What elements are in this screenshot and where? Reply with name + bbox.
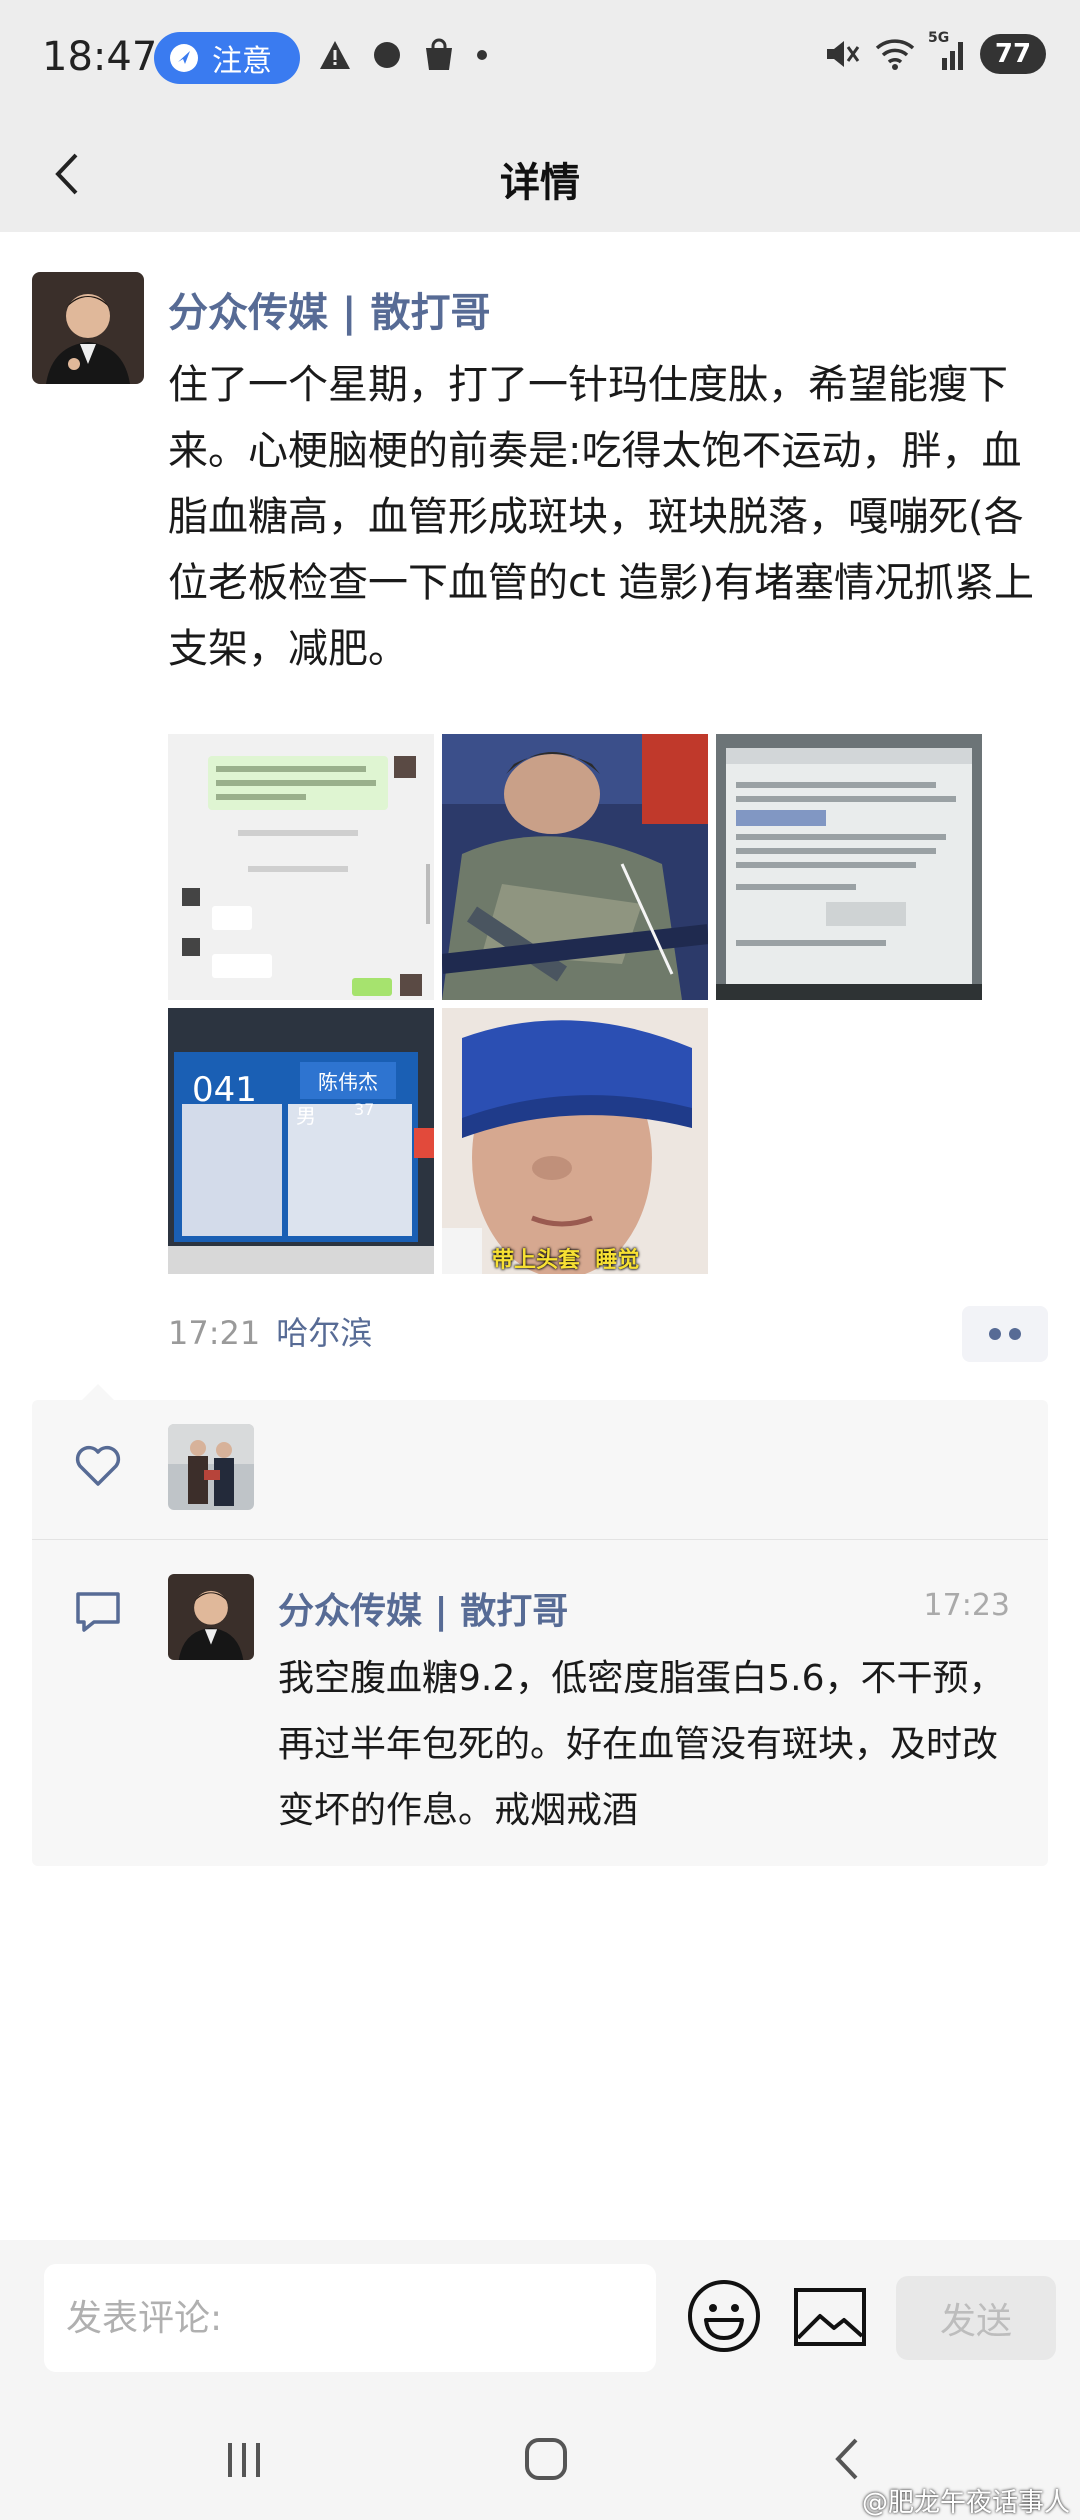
status-time: 18:47 [42, 34, 158, 80]
patient-in-bed-photo[interactable] [442, 734, 708, 1000]
heart-icon [75, 1445, 121, 1486]
photo-caption: 带上头套 睡觉 [492, 1248, 640, 1273]
like-row [32, 1400, 1048, 1540]
liker-avatar[interactable] [168, 1424, 254, 1510]
home-icon [525, 2438, 567, 2480]
eye-mask-photo[interactable]: 带上头套 睡觉 [442, 1008, 708, 1274]
notice-label: 注意 [212, 44, 272, 79]
post-meta: 17:21 哈尔滨 [168, 1308, 372, 1354]
commenter-name[interactable]: 分众传媒 | 散打哥 [278, 1582, 568, 1634]
battery-indicator: 77 [980, 34, 1046, 74]
dot-icon [989, 1328, 1001, 1340]
smiley-icon [688, 2280, 760, 2352]
status-bar: 18:47 注意 5G 77 [0, 0, 1080, 120]
system-status-icons: 5G 77 [824, 30, 1046, 74]
hospital-screen-photo[interactable]: 041 陈伟杰 男 37 [168, 1008, 434, 1274]
chat-screenshot-photo[interactable] [168, 734, 434, 1000]
page-title: 详情 [500, 160, 580, 206]
screen-patient-name: 陈伟杰 [300, 1062, 396, 1099]
home-button[interactable] [506, 2424, 586, 2494]
screen-number: 041 [192, 1070, 257, 1110]
comment-input[interactable] [44, 2264, 656, 2372]
comment-text[interactable]: 我空腹血糖9.2，低密度脂蛋白5.6，不干预，再过半年包死的。好在血管没有斑块，… [278, 1646, 1018, 1844]
more-notifications-dot-icon [477, 50, 487, 60]
more-actions-button[interactable] [962, 1306, 1048, 1362]
comment-item: 分众传媒 | 散打哥 17:23 我空腹血糖9.2，低密度脂蛋白5.6，不干预，… [32, 1542, 1048, 1866]
emoji-button[interactable] [684, 2276, 764, 2356]
commenter-avatar[interactable] [168, 1574, 254, 1660]
record-dot-icon [374, 42, 400, 68]
screen-gender: 男 [296, 1104, 316, 1128]
post-author-avatar[interactable] [32, 272, 144, 384]
navigation-arrow-icon [170, 44, 198, 72]
box-caret [82, 1384, 114, 1400]
mute-icon [827, 41, 860, 67]
medical-report-photo[interactable] [716, 734, 982, 1000]
watermark: @肥龙午夜话事人 [861, 2488, 1070, 2518]
back-arrow-icon [835, 2438, 858, 2480]
image-picker-button[interactable] [790, 2282, 870, 2352]
recent-apps-icon [228, 2443, 260, 2477]
send-button[interactable]: 发送 [896, 2276, 1056, 2360]
shopping-bag-icon [426, 38, 452, 70]
notification-icons [318, 38, 488, 72]
image-icon [794, 2288, 866, 2346]
nav-bar: 详情 [0, 120, 1080, 232]
wifi-icon [875, 39, 915, 70]
dot-icon [1009, 1328, 1021, 1340]
comment-input-bar: 发送 [0, 2240, 1080, 2400]
post-location[interactable]: 哈尔滨 [276, 1314, 372, 1352]
warning-icon [320, 41, 350, 69]
post-text: 住了一个星期，打了一针玛仕度肽，希望能瘦下来。心梗脑梗的前奏是:吃得太饱不运动，… [168, 362, 1034, 672]
post-author-name[interactable]: 分众传媒 | 散打哥 [168, 280, 490, 338]
notice-pill[interactable]: 注意 [154, 32, 300, 84]
comment-time: 17:23 [923, 1588, 1010, 1623]
recent-apps-button[interactable] [204, 2424, 284, 2494]
screen-age: 37 [354, 1100, 375, 1119]
post-time: 17:21 [168, 1314, 261, 1352]
comment-icon [76, 1592, 120, 1632]
signal-icon: 5G [928, 30, 968, 72]
likes-comments-box: 分众传媒 | 散打哥 17:23 我空腹血糖9.2，低密度脂蛋白5.6，不干预，… [32, 1384, 1048, 1866]
